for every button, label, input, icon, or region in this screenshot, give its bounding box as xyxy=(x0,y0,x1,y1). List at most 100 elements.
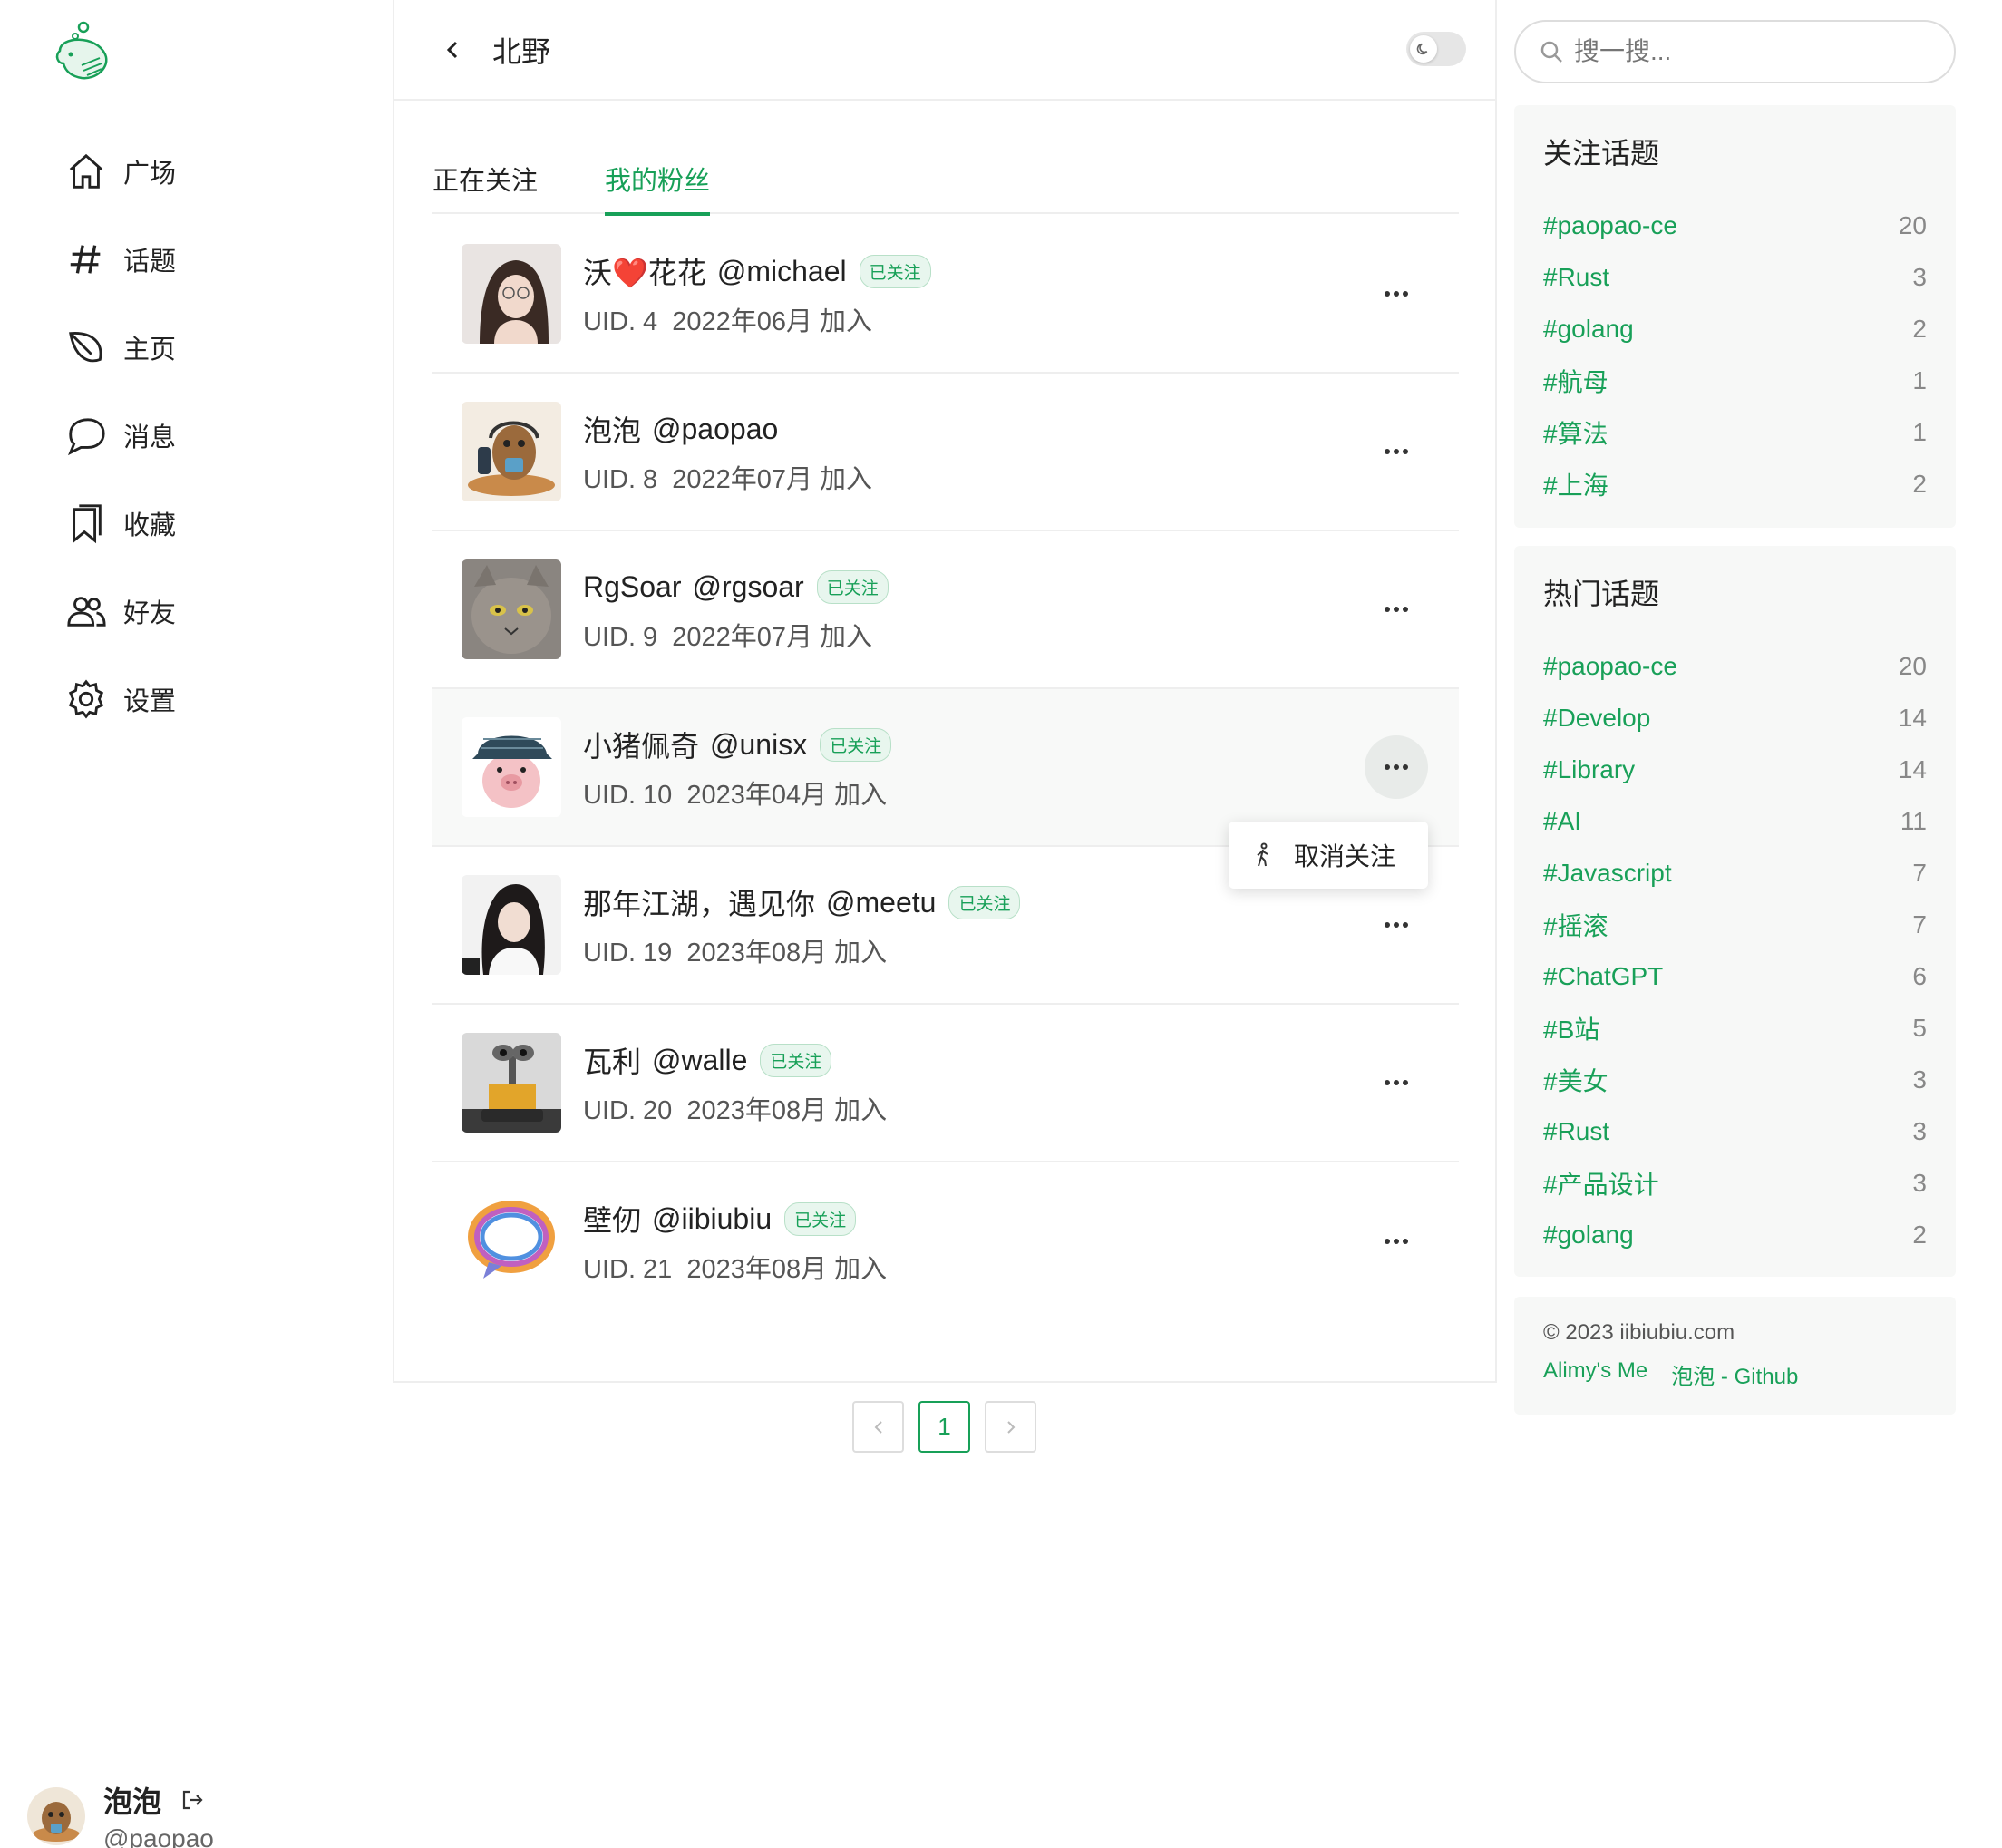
avatar[interactable] xyxy=(462,717,561,817)
topic-name[interactable]: #航母 xyxy=(1543,363,1608,399)
tab-my-fans[interactable]: 我的粉丝 xyxy=(605,145,711,216)
topic-name[interactable]: #ChatGPT xyxy=(1543,962,1663,991)
user-handle[interactable]: @paopao xyxy=(652,413,778,446)
topic-name[interactable]: #golang xyxy=(1543,1221,1634,1250)
topic-count: 14 xyxy=(1898,754,1927,783)
nav-item-messages[interactable]: 消息 xyxy=(63,391,176,479)
more-options-button[interactable] xyxy=(1365,578,1428,641)
user-display-name[interactable]: 那年江湖，遇见你 xyxy=(583,881,815,923)
topic-name[interactable]: #产品设计 xyxy=(1543,1165,1659,1201)
more-options-button[interactable] xyxy=(1365,893,1428,957)
topic-count: 3 xyxy=(1912,1168,1927,1197)
topic-row[interactable]: #B站 5 xyxy=(1543,1002,1927,1054)
topic-row[interactable]: #Javascript 7 xyxy=(1543,847,1927,899)
nav-item-topics[interactable]: 话题 xyxy=(63,215,176,303)
more-options-button[interactable] xyxy=(1365,735,1428,799)
user-display-name[interactable]: 泡泡 xyxy=(583,408,641,450)
search-input[interactable] xyxy=(1574,37,1919,66)
nav-item-friends[interactable]: 好友 xyxy=(63,567,176,655)
topic-name[interactable]: #摇滚 xyxy=(1543,907,1608,943)
logout-icon[interactable] xyxy=(180,1787,205,1813)
avatar[interactable] xyxy=(462,1033,561,1133)
user-handle[interactable]: @iibiubiu xyxy=(652,1202,772,1236)
topic-row[interactable]: #算法 1 xyxy=(1543,406,1927,458)
topic-count: 2 xyxy=(1912,314,1927,343)
topic-row[interactable]: #Rust 3 xyxy=(1543,1105,1927,1157)
topic-name[interactable]: #paopao-ce xyxy=(1543,652,1677,681)
topic-row[interactable]: #AI 11 xyxy=(1543,795,1927,847)
user-display-name[interactable]: 小猪佩奇 xyxy=(583,724,699,765)
unfollow-menu-item[interactable]: 取消关注 xyxy=(1229,822,1428,889)
nav-item-favorites[interactable]: 收藏 xyxy=(63,479,176,567)
user-handle[interactable]: @meetu xyxy=(826,886,936,919)
nav-item-square[interactable]: 广场 xyxy=(63,127,176,215)
list-item[interactable]: 沃❤️花花 @michael 已关注 UID. 4 2022年06月 加入 xyxy=(432,216,1459,374)
nav-label: 广场 xyxy=(123,159,177,189)
topic-row[interactable]: #paopao-ce 20 xyxy=(1543,199,1927,251)
nav-item-home[interactable]: 主页 xyxy=(63,303,176,391)
page-title: 北野 xyxy=(492,34,551,68)
back-arrow-icon[interactable] xyxy=(438,35,467,64)
theme-toggle[interactable] xyxy=(1406,32,1466,66)
avatar[interactable] xyxy=(462,559,561,659)
user-display-name[interactable]: 瓦利 xyxy=(583,1039,641,1081)
topic-row[interactable]: #摇滚 7 xyxy=(1543,899,1927,950)
footer-link[interactable]: Alimy's Me xyxy=(1543,1358,1647,1390)
avatar[interactable] xyxy=(27,1787,85,1845)
topic-row[interactable]: #Rust 3 xyxy=(1543,251,1927,303)
page-number-button[interactable]: 1 xyxy=(918,1401,970,1453)
topic-count: 3 xyxy=(1912,262,1927,291)
list-item[interactable]: RgSoar @rgsoar 已关注 UID. 9 2022年07月 加入 xyxy=(432,531,1459,689)
topic-name[interactable]: #Library xyxy=(1543,755,1635,784)
topic-row[interactable]: #paopao-ce 20 xyxy=(1543,640,1927,692)
user-handle[interactable]: @rgsoar xyxy=(693,570,804,604)
topic-name[interactable]: #B站 xyxy=(1543,1010,1599,1046)
topic-row[interactable]: #产品设计 3 xyxy=(1543,1157,1927,1209)
topic-name[interactable]: #Rust xyxy=(1543,1117,1609,1146)
topic-row[interactable]: #Library 14 xyxy=(1543,744,1927,795)
nav-item-settings[interactable]: 设置 xyxy=(63,655,176,743)
prev-page-button[interactable] xyxy=(852,1401,904,1453)
avatar[interactable] xyxy=(462,1191,561,1291)
paopao-logo-icon[interactable] xyxy=(51,18,116,83)
topic-name[interactable]: #美女 xyxy=(1543,1062,1608,1098)
more-options-button[interactable] xyxy=(1365,1210,1428,1273)
user-display-name[interactable]: 壁仞 xyxy=(583,1198,641,1240)
user-display-name[interactable]: 沃❤️花花 xyxy=(583,250,706,292)
more-options-button[interactable] xyxy=(1365,420,1428,483)
footer-link[interactable]: 泡泡 - Github xyxy=(1671,1358,1798,1390)
avatar[interactable] xyxy=(462,875,561,975)
topic-row[interactable]: #航母 1 xyxy=(1543,355,1927,406)
topic-count: 7 xyxy=(1912,909,1927,939)
topic-row[interactable]: #ChatGPT 6 xyxy=(1543,950,1927,1002)
topic-name[interactable]: #golang xyxy=(1543,315,1634,344)
more-options-button[interactable] xyxy=(1365,1051,1428,1114)
list-item[interactable]: 壁仞 @iibiubiu 已关注 UID. 21 2023年08月 加入 xyxy=(432,1162,1459,1320)
avatar[interactable] xyxy=(462,244,561,344)
search-box[interactable] xyxy=(1514,20,1956,83)
tab-following[interactable]: 正在关注 xyxy=(432,145,538,214)
more-options-button[interactable] xyxy=(1365,262,1428,326)
topic-row[interactable]: #上海 2 xyxy=(1543,458,1927,510)
topic-name[interactable]: #算法 xyxy=(1543,414,1608,451)
topic-name[interactable]: #Javascript xyxy=(1543,859,1672,888)
user-handle[interactable]: @walle xyxy=(652,1044,747,1077)
status-badge: 已关注 xyxy=(816,569,889,604)
topic-row[interactable]: #golang 2 xyxy=(1543,303,1927,355)
topic-name[interactable]: #paopao-ce xyxy=(1543,211,1677,240)
topic-name[interactable]: #Rust xyxy=(1543,263,1609,292)
user-handle[interactable]: @michael xyxy=(717,255,847,288)
next-page-button[interactable] xyxy=(985,1401,1036,1453)
list-item[interactable]: 泡泡 @paopao UID. 8 2022年07月 加入 xyxy=(432,374,1459,531)
topic-name[interactable]: #上海 xyxy=(1543,466,1608,502)
topic-row[interactable]: #Develop 14 xyxy=(1543,692,1927,744)
topic-row[interactable]: #golang 2 xyxy=(1543,1209,1927,1260)
user-handle[interactable]: @unisx xyxy=(710,728,807,762)
avatar[interactable] xyxy=(462,402,561,501)
topic-name[interactable]: #Develop xyxy=(1543,704,1650,733)
nav-label: 话题 xyxy=(123,247,177,277)
user-display-name[interactable]: RgSoar xyxy=(583,570,682,604)
topic-name[interactable]: #AI xyxy=(1543,807,1581,836)
topic-row[interactable]: #美女 3 xyxy=(1543,1054,1927,1105)
list-item[interactable]: 瓦利 @walle 已关注 UID. 20 2023年08月 加入 xyxy=(432,1005,1459,1162)
